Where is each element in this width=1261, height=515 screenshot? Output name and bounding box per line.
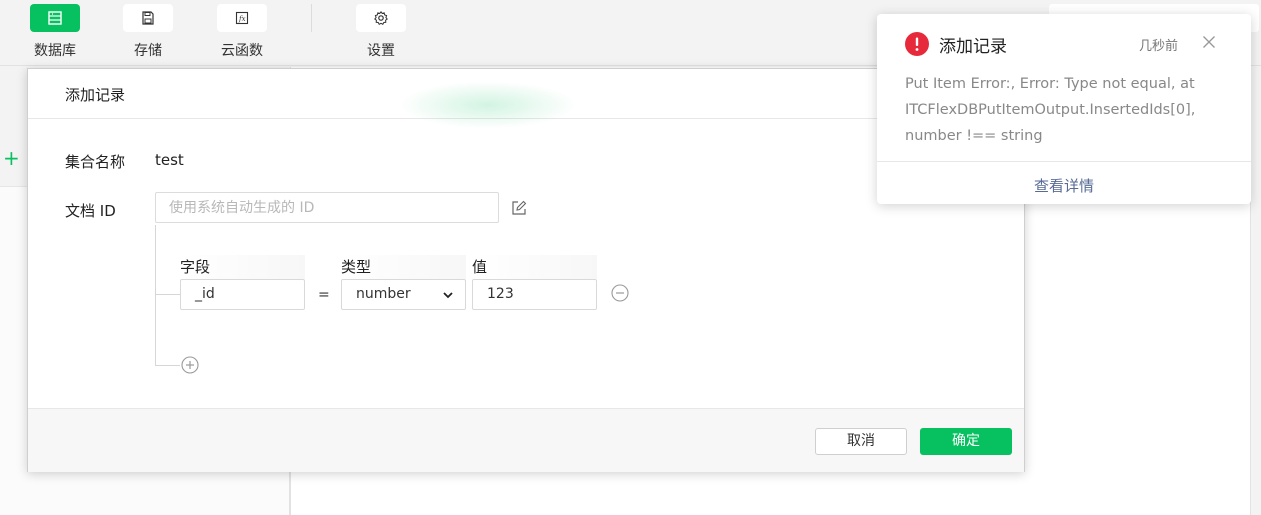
add-collection-icon[interactable]: +: [3, 148, 20, 168]
confirm-button[interactable]: 确定: [920, 428, 1012, 455]
collection-name-value: test: [155, 151, 184, 169]
field-name-input[interactable]: _id: [180, 279, 305, 310]
notification-time: 几秒前: [1139, 39, 1179, 54]
chevron-down-icon: [443, 291, 453, 298]
docid-label: 文档 ID: [65, 202, 116, 220]
tree-line: [155, 225, 156, 366]
save-icon: [142, 11, 154, 25]
add-field-icon[interactable]: [181, 356, 199, 374]
dialog-footer: 取消 确定: [28, 408, 1024, 472]
type-select-value: number: [356, 286, 411, 302]
highlight-glow: [398, 81, 578, 129]
error-icon: [905, 32, 929, 56]
toolbar-item-functions[interactable]: fx 云函数: [212, 4, 272, 60]
error-notification: 添加记录 几秒前 Put Item Error:, Error: Type no…: [877, 14, 1251, 204]
collection-name-label: 集合名称: [65, 153, 126, 171]
column-header-field: 字段: [180, 255, 305, 279]
docid-input[interactable]: [155, 192, 499, 223]
remove-row-icon[interactable]: [611, 284, 629, 302]
database-button[interactable]: [30, 4, 80, 32]
notification-title: 添加记录: [939, 37, 1007, 57]
tree-branch: [155, 294, 180, 295]
view-details-link[interactable]: 查看详情: [877, 175, 1251, 196]
database-icon: [48, 11, 62, 25]
tree-branch: [155, 365, 180, 366]
functions-button[interactable]: fx: [217, 4, 267, 32]
svg-text:fx: fx: [238, 15, 246, 23]
notification-message: Put Item Error:, Error: Type not equal, …: [905, 76, 1196, 144]
toolbar-label-storage: 存储: [134, 43, 162, 59]
right-edge-panel: [1250, 67, 1261, 515]
field-value-input[interactable]: 123: [472, 279, 597, 310]
notification-divider: [877, 161, 1251, 162]
column-header-value: 值: [472, 255, 597, 279]
toolbar-separator: [311, 4, 312, 32]
type-select[interactable]: number: [341, 279, 466, 310]
toolbar-label-functions: 云函数: [221, 43, 263, 59]
cancel-button[interactable]: 取消: [815, 428, 907, 455]
toolbar-item-database[interactable]: 数据库: [25, 4, 85, 60]
column-header-type: 类型: [341, 255, 466, 279]
edit-icon[interactable]: [511, 200, 527, 216]
toolbar-label-database: 数据库: [34, 43, 76, 59]
storage-button[interactable]: [123, 4, 173, 32]
close-icon[interactable]: [1202, 35, 1216, 49]
settings-button[interactable]: [356, 4, 406, 32]
toolbar-label-settings: 设置: [367, 43, 395, 59]
equals-sign: =: [318, 287, 330, 303]
add-record-dialog: 添加记录 集合名称 test 文档 ID 字段 类型 值 _id = numbe…: [27, 68, 1025, 472]
toolbar-item-settings[interactable]: 设置: [351, 4, 411, 60]
toolbar-item-storage[interactable]: 存储: [118, 4, 178, 60]
function-icon: fx: [235, 11, 249, 25]
gear-icon: [374, 10, 388, 25]
